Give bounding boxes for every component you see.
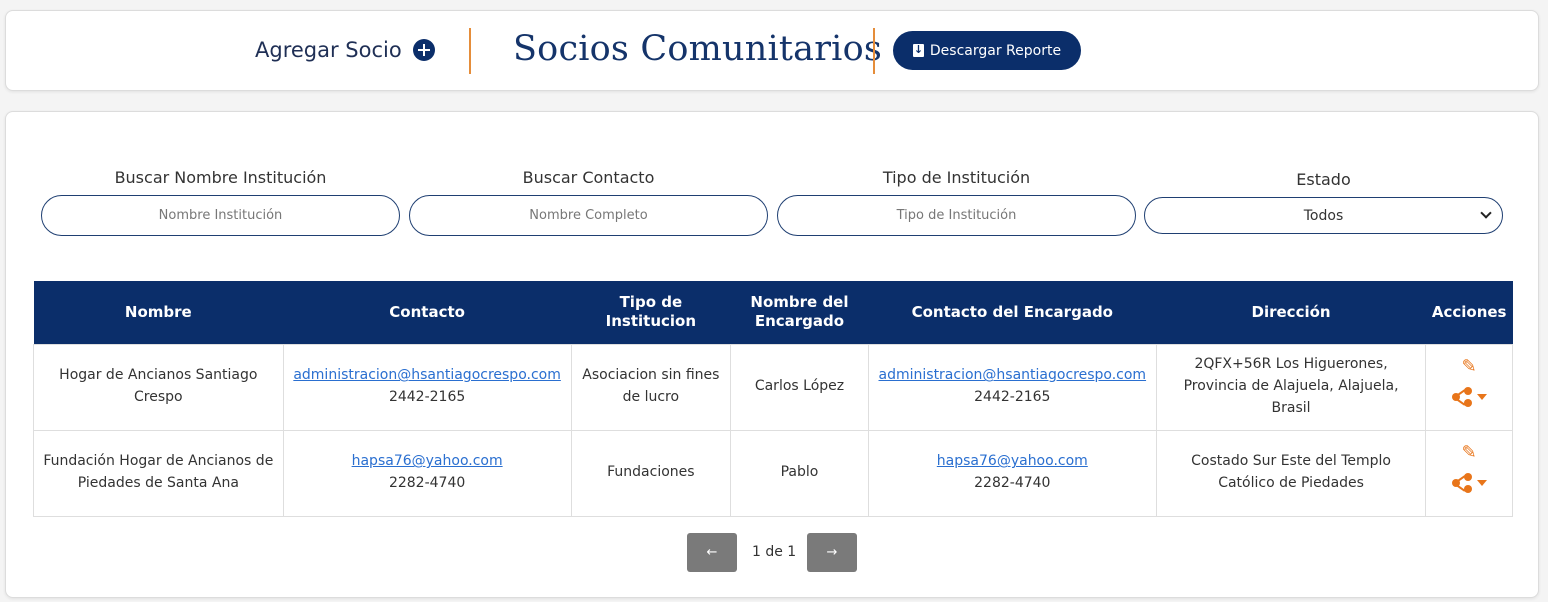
cell-address: Costado Sur Este del Templo Católico de … xyxy=(1155,429,1427,517)
contact-phone: 2442-2165 xyxy=(388,389,466,405)
filter-contact-label: Buscar Contacto xyxy=(522,168,655,187)
col-header-name: Nombre xyxy=(33,281,284,344)
add-member-label: Agregar Socio xyxy=(255,38,402,62)
col-header-address: Dirección xyxy=(1156,281,1426,344)
cell-manager: Pablo xyxy=(730,429,869,517)
share-dropdown-button[interactable] xyxy=(1451,472,1488,494)
cell-actions: ✎ xyxy=(1425,343,1513,431)
manager-phone: 2282-4740 xyxy=(974,475,1051,491)
manager-email-link[interactable]: administracion@hsantiagocrespo.com xyxy=(879,367,1147,383)
page-indicator: 1 de 1 xyxy=(752,544,797,560)
cell-type: Fundaciones xyxy=(570,429,732,517)
table-row: Hogar de Ancianos Santiago Crespo admini… xyxy=(33,343,1513,431)
contact-email-link[interactable]: hapsa76@yahoo.com xyxy=(352,453,503,469)
filter-name-label: Buscar Nombre Institución xyxy=(114,168,327,187)
cell-manager-contact: hapsa76@yahoo.com 2282-4740 xyxy=(867,429,1157,517)
share-dropdown-button[interactable] xyxy=(1451,386,1488,408)
cell-address: 2QFX+56R Los Higuerones, Provincia de Al… xyxy=(1155,343,1427,431)
cell-actions: ✎ xyxy=(1425,429,1513,517)
file-download-icon xyxy=(912,43,924,57)
prev-page-button[interactable]: ← xyxy=(687,533,737,572)
chevron-down-icon xyxy=(1480,207,1492,219)
add-member-button[interactable]: Agregar Socio xyxy=(255,38,435,62)
title-divider-left xyxy=(469,28,471,74)
cell-type: Asociacion sin fines de lucro xyxy=(570,343,732,431)
col-header-manager-contact: Contacto del Encargado xyxy=(868,281,1157,344)
caret-down-icon xyxy=(1477,480,1488,486)
cell-contact: hapsa76@yahoo.com 2282-4740 xyxy=(282,429,572,517)
partners-table: Nombre Contacto Tipo de Institucion Nomb… xyxy=(33,281,1513,517)
contact-email-link[interactable]: administracion@hsantiagocrespo.com xyxy=(293,367,561,383)
col-header-type: Tipo de Institucion xyxy=(571,281,731,344)
institution-type-input[interactable] xyxy=(777,195,1136,236)
pencil-icon[interactable]: ✎ xyxy=(1462,358,1477,376)
download-report-label: Descargar Reporte xyxy=(929,42,1062,59)
share-icon xyxy=(1451,472,1473,494)
filter-type-label: Tipo de Institución xyxy=(882,168,1031,187)
institution-name-input[interactable] xyxy=(41,195,400,236)
cell-name: Fundación Hogar de Ancianos de Piedades … xyxy=(33,429,284,517)
cell-manager: Carlos López xyxy=(730,343,869,431)
download-report-button[interactable]: Descargar Reporte xyxy=(893,31,1081,70)
title-divider-right xyxy=(873,28,875,74)
cell-contact: administracion@hsantiagocrespo.com 2442-… xyxy=(282,343,572,431)
manager-phone: 2442-2165 xyxy=(974,389,1051,405)
filter-status-label: Estado xyxy=(1296,170,1351,189)
pencil-icon[interactable]: ✎ xyxy=(1462,444,1477,462)
status-select-value: Todos xyxy=(1303,207,1344,224)
contact-phone: 2282-4740 xyxy=(388,475,466,491)
header-card: Agregar Socio Socios Comunitarios Descar… xyxy=(5,10,1539,91)
share-icon xyxy=(1451,386,1473,408)
status-select[interactable]: Todos xyxy=(1144,197,1503,234)
manager-email-link[interactable]: hapsa76@yahoo.com xyxy=(937,453,1088,469)
contact-name-input[interactable] xyxy=(409,195,768,236)
col-header-contact: Contacto xyxy=(283,281,572,344)
table-header-row: Nombre Contacto Tipo de Institucion Nomb… xyxy=(33,281,1513,344)
caret-down-icon xyxy=(1477,394,1488,400)
col-header-actions: Acciones xyxy=(1425,281,1513,344)
cell-name: Hogar de Ancianos Santiago Crespo xyxy=(33,343,284,431)
page-title: Socios Comunitarios xyxy=(513,29,883,69)
next-page-button[interactable]: → xyxy=(807,533,857,572)
col-header-manager: Nombre del Encargado xyxy=(730,281,869,344)
table-row: Fundación Hogar de Ancianos de Piedades … xyxy=(33,429,1513,517)
plus-circle-icon xyxy=(412,39,435,61)
cell-manager-contact: administracion@hsantiagocrespo.com 2442-… xyxy=(867,343,1157,431)
main-card: Buscar Nombre Institución Buscar Contact… xyxy=(5,111,1539,598)
